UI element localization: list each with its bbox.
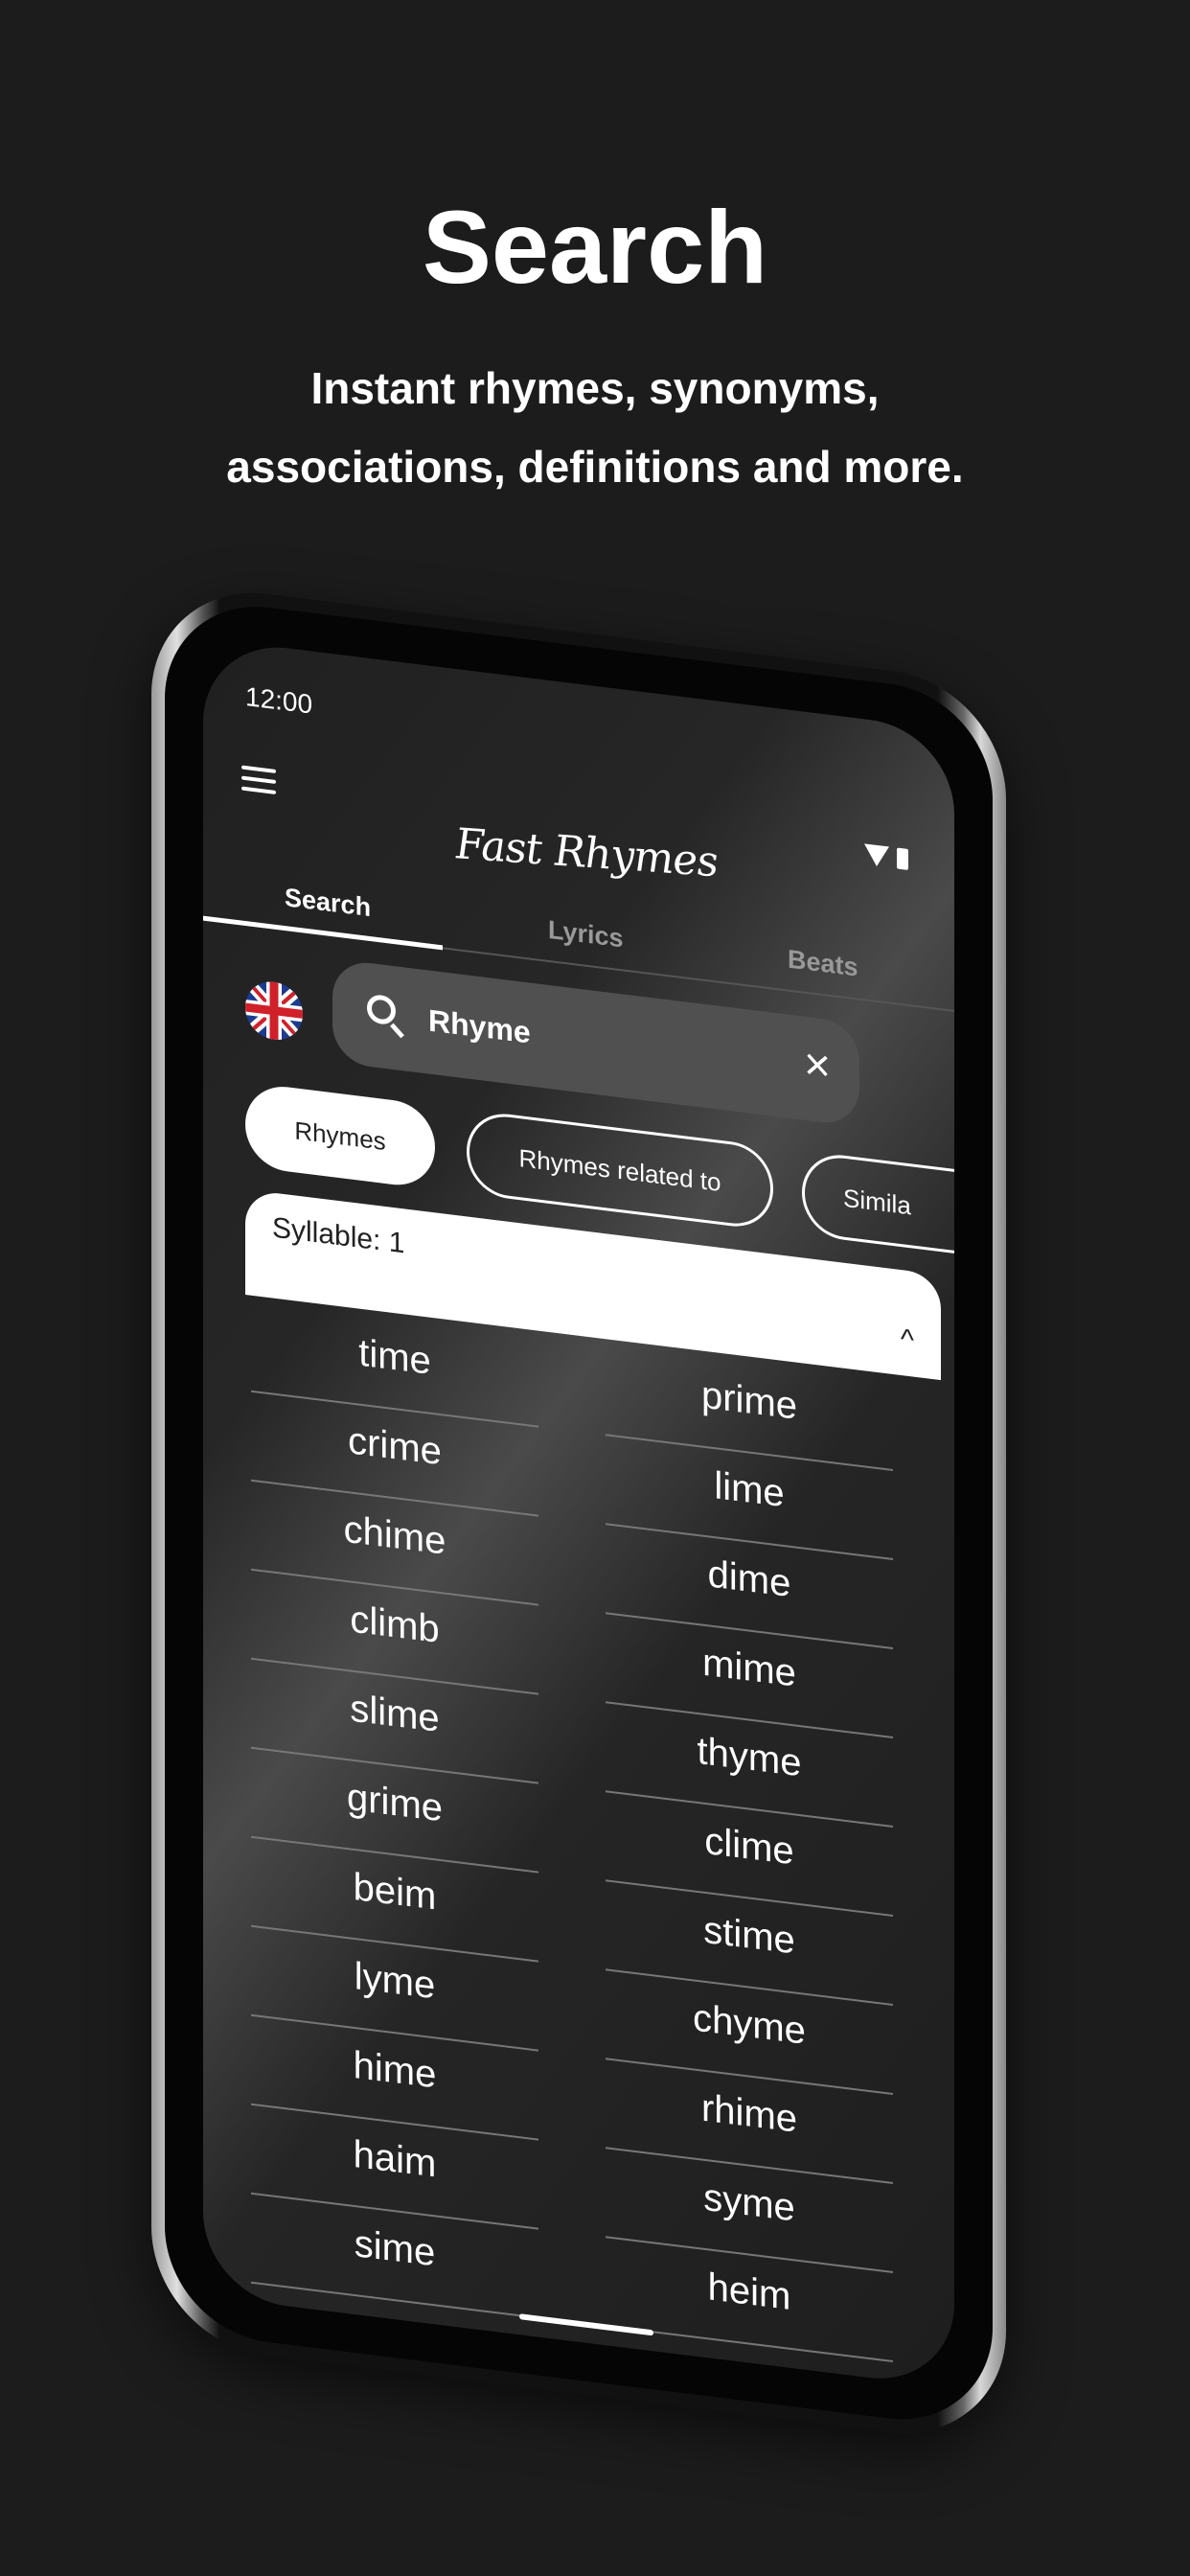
results-list: time crime chime climb slime grime beim lyme him… — [203, 638, 954, 2363]
app-screen: 12:00 Fast Rhymes Search Lyrics Beats Rh… — [203, 637, 954, 2388]
status-icons — [864, 843, 908, 870]
syllable-label: Syllable: 1 — [272, 1211, 405, 1260]
uk-flag-icon[interactable] — [245, 978, 303, 1044]
subtitle-line-1: Instant rhymes, synonyms, — [310, 363, 880, 413]
chip-rhymes-related-to[interactable]: Rhymes related to — [467, 1109, 773, 1231]
active-tab-indicator — [203, 915, 443, 951]
battery-icon — [897, 847, 908, 870]
wifi-icon — [864, 843, 889, 868]
search-value: Rhyme — [428, 1002, 531, 1050]
clear-icon[interactable]: × — [804, 1038, 831, 1093]
chip-rhymes[interactable]: Rhymes — [245, 1082, 435, 1190]
search-input[interactable]: Rhyme × — [332, 958, 859, 1127]
status-time: 12:00 — [245, 681, 313, 720]
tab-beats[interactable]: Beats — [788, 945, 858, 983]
chip-similar[interactable]: Simila — [802, 1150, 954, 1263]
app-logo: Fast Rhymes — [453, 818, 719, 887]
chevron-up-icon[interactable]: ^ — [901, 1323, 914, 1358]
tab-lyrics[interactable]: Lyrics — [548, 915, 624, 954]
phone-frame: 12:00 Fast Rhymes Search Lyrics Beats Rh… — [151, 580, 1006, 2447]
search-icon — [367, 993, 396, 1026]
subtitle-line-2: associations, definitions and more. — [226, 442, 964, 492]
page-title: Search — [422, 189, 768, 305]
tab-search[interactable]: Search — [285, 883, 371, 923]
hamburger-menu-icon[interactable] — [241, 765, 276, 801]
